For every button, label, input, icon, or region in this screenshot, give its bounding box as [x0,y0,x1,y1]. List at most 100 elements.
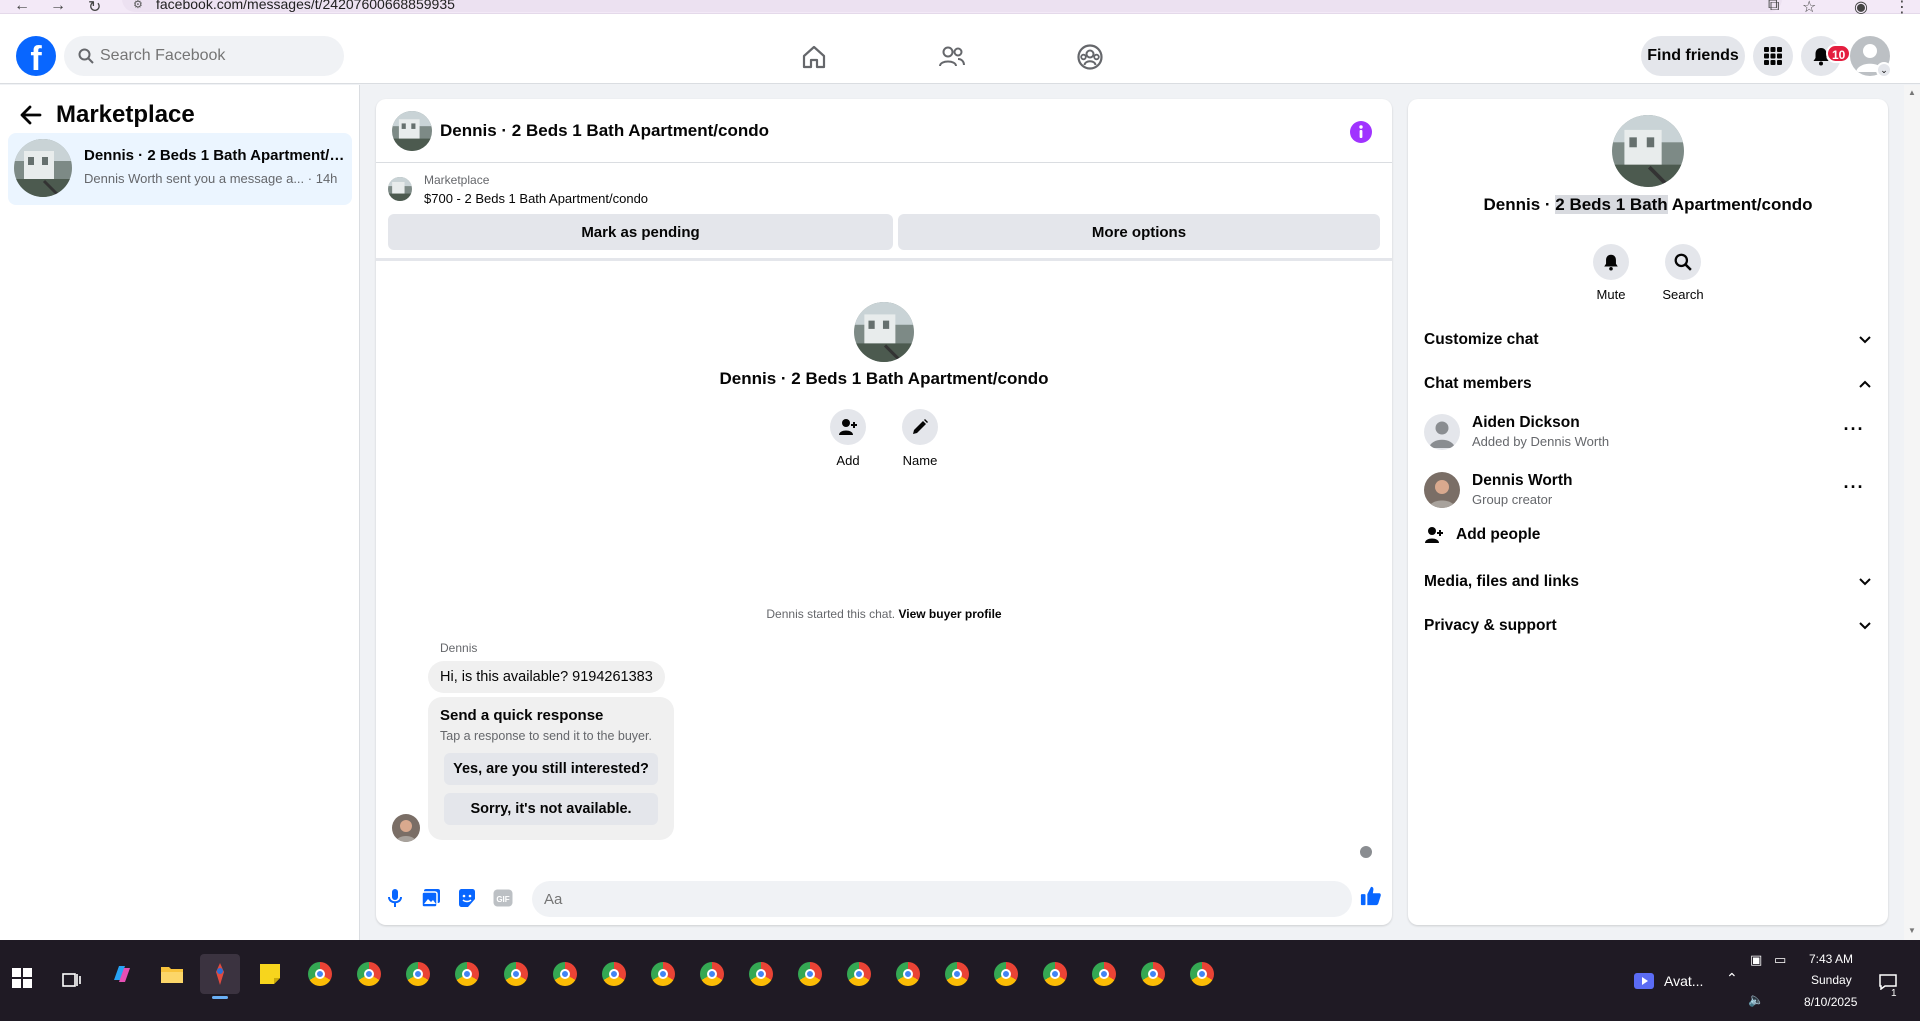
sender-avatar[interactable] [392,814,420,842]
search-icon [78,48,94,64]
windows-taskbar: Avat... ⌃ ▣ ▭ 🔈 7:43 AM Sunday 8/10/2025… [0,940,1920,1021]
url-text[interactable]: facebook.com/messages/t/2420760066885993… [156,0,455,12]
chrome-profile-icon[interactable] [1035,954,1075,994]
more-options-icon[interactable]: ··· [1842,478,1866,500]
quick-response-title: Send a quick response [440,707,604,724]
search-input[interactable] [100,36,330,76]
back-icon[interactable]: ← [14,0,30,15]
active-app-icon[interactable] [200,954,240,994]
install-icon[interactable]: ⧉ [1768,0,1779,15]
sticker-icon[interactable] [456,887,478,909]
listing-price-title[interactable]: $700 - 2 Beds 1 Bath Apartment/condo [424,191,648,206]
listing-thumbnail [14,139,72,197]
chrome-profile-icon[interactable] [594,954,634,994]
taskbar-app-label[interactable]: Avat... [1664,973,1703,989]
info-icon[interactable] [1350,121,1372,143]
message-input-box[interactable] [532,881,1352,917]
chrome-profile-icon[interactable] [741,954,781,994]
search-in-chat-button[interactable]: Search [1648,244,1718,302]
info-panel-thumbnail[interactable] [1612,115,1684,187]
member-row[interactable]: Dennis Worth Group creator ··· [1424,466,1872,518]
page-scrollbar[interactable] [1904,85,1920,940]
tray-chevron-up-icon[interactable]: ⌃ [1726,970,1738,987]
privacy-support-section[interactable]: Privacy & support [1424,608,1872,644]
tray-display-icon[interactable]: ▭ [1774,952,1786,968]
friends-nav-icon[interactable] [935,42,969,72]
site-info-icon[interactable]: ⚙ [133,0,143,11]
clock-date[interactable]: 8/10/2025 [1804,995,1857,1009]
add-label: Add [836,453,860,468]
back-arrow-icon[interactable] [18,102,44,128]
chrome-profile-icon[interactable] [1084,954,1124,994]
home-nav-icon[interactable] [797,42,831,72]
more-options-button[interactable]: More options [898,214,1380,250]
task-view-icon[interactable] [52,960,92,1000]
chat-title[interactable]: Dennis · 2 Beds 1 Bath Apartment/condo [440,121,769,141]
search-box[interactable] [64,36,344,76]
mark-as-pending-button[interactable]: Mark as pending [388,214,893,250]
rename-button[interactable]: Name [890,409,950,468]
add-people-button[interactable]: Add people [1424,519,1540,551]
clock-time[interactable]: 7:43 AM [1809,952,1853,966]
chat-header-thumbnail[interactable] [392,111,432,151]
info-panel-title: Dennis · 2 Beds 1 Bath Apartment/condo [1483,195,1813,214]
chrome-profile-icon[interactable] [643,954,683,994]
scroll-up-icon[interactable]: ▲ [1908,88,1916,97]
photo-icon[interactable] [420,887,442,909]
chrome-profile-icon[interactable] [790,954,830,994]
menu-grid-icon[interactable] [1753,36,1793,76]
add-member-button[interactable]: Add [818,409,878,468]
groups-nav-icon[interactable] [1073,42,1107,72]
chrome-profile-icon[interactable] [986,954,1026,994]
chrome-profile-icon[interactable] [349,954,389,994]
chat-members-section[interactable]: Chat members [1424,366,1872,402]
facebook-header: f Find friends 10 ⌄ [0,14,1920,84]
chrome-profile-icon[interactable] [692,954,732,994]
notification-badge: 10 [1826,44,1852,63]
file-explorer-icon[interactable] [152,954,192,994]
incoming-message[interactable]: Hi, is this available? 9194261383 [428,661,665,693]
mute-button[interactable]: Mute [1576,244,1646,302]
copilot-icon[interactable] [102,954,142,994]
conversation-item[interactable]: Dennis · 2 Beds 1 Bath Apartment/condo D… [8,133,352,205]
forward-icon[interactable]: → [50,0,66,15]
chrome-profile-icon[interactable] [839,954,879,994]
chrome-profile-icon[interactable] [888,954,928,994]
member-name: Dennis Worth [1472,472,1573,489]
more-options-icon[interactable]: ··· [1842,420,1866,442]
chrome-profile-icon[interactable] [937,954,977,994]
member-avatar [1424,414,1460,450]
member-row[interactable]: Aiden Dickson Added by Dennis Worth ··· [1424,408,1872,460]
chrome-profile-icon[interactable] [1182,954,1222,994]
facebook-logo-icon[interactable]: f [16,36,56,76]
view-buyer-profile-link[interactable]: View buyer profile [898,607,1001,621]
find-friends-button[interactable]: Find friends [1641,36,1745,76]
conversation-time: · 14h [307,171,338,186]
windows-start-icon[interactable] [12,968,32,988]
sticky-notes-icon[interactable] [250,954,290,994]
like-thumbs-up-icon[interactable] [1360,885,1382,907]
chrome-profile-icon[interactable] [1133,954,1173,994]
microphone-icon[interactable] [384,887,406,909]
quick-response-no-button[interactable]: Sorry, it's not available. [444,793,658,825]
intro-title: Dennis · 2 Beds 1 Bath Apartment/condo [719,369,1049,388]
chat-header: Dennis · 2 Beds 1 Bath Apartment/condo [376,99,1392,163]
chrome-profile-icon[interactable] [447,954,487,994]
scroll-down-icon[interactable]: ▼ [1908,926,1916,935]
speaker-icon[interactable]: 🔈 [1748,992,1764,1008]
media-files-links-section[interactable]: Media, files and links [1424,564,1872,600]
clock-day[interactable]: Sunday [1811,973,1852,987]
chrome-profile-icon[interactable] [398,954,438,994]
gif-icon[interactable]: GIF [492,887,514,909]
customize-chat-section[interactable]: Customize chat [1424,322,1872,358]
add-person-icon [830,409,866,445]
chrome-profile-icon[interactable] [300,954,340,994]
listing-mini-thumbnail[interactable] [388,177,412,201]
tray-device-icon[interactable]: ▣ [1750,952,1762,968]
chevron-down-icon[interactable]: ⌄ [1876,62,1892,78]
chrome-profile-icon[interactable] [545,954,585,994]
message-input[interactable] [544,881,1304,917]
chrome-profile-icon[interactable] [496,954,536,994]
quick-response-yes-button[interactable]: Yes, are you still interested? [444,753,658,785]
video-app-icon[interactable] [1634,973,1654,989]
